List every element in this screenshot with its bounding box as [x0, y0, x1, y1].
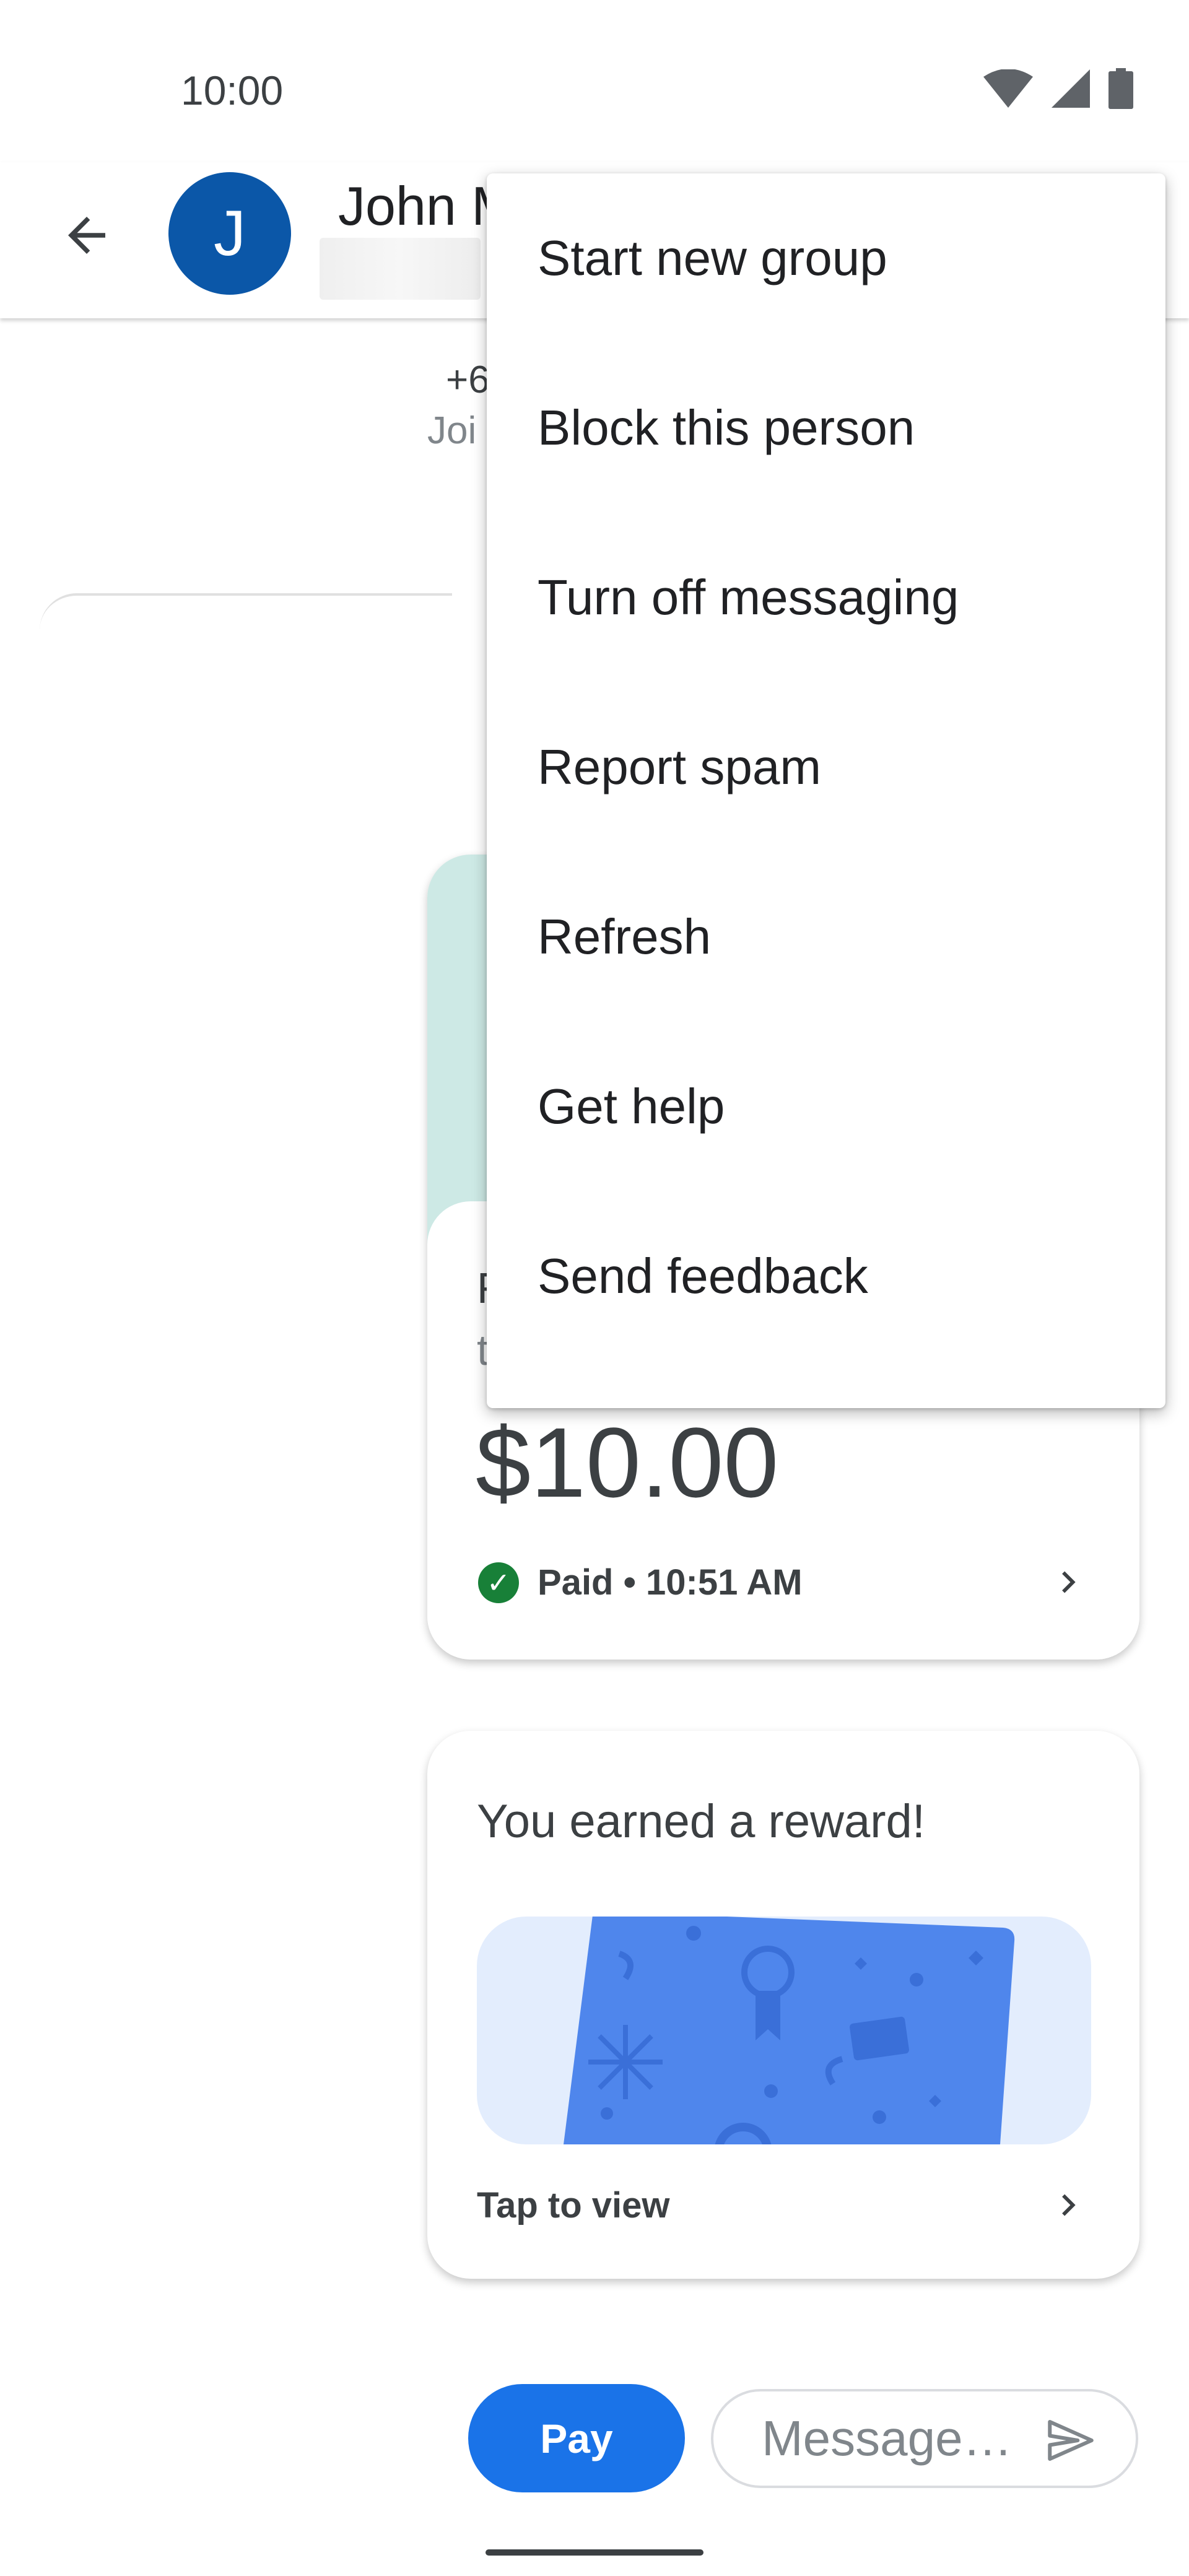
payment-amount: $10.00	[476, 1407, 779, 1518]
menu-item-refresh[interactable]: Refresh	[487, 852, 1165, 1022]
pay-button[interactable]: Pay	[468, 2384, 685, 2492]
reward-title: You earned a reward!	[477, 1795, 925, 1848]
overflow-menu: Start new group Block this person Turn o…	[487, 173, 1165, 1408]
chevron-right-icon[interactable]	[1047, 2183, 1090, 2227]
check-circle-icon: ✓	[478, 1562, 519, 1603]
menu-item-block-this-person[interactable]: Block this person	[487, 343, 1165, 513]
contact-subtitle-redacted	[320, 238, 481, 300]
joined-date: Joi	[427, 409, 477, 452]
battery-icon	[1108, 68, 1133, 109]
menu-item-start-new-group[interactable]: Start new group	[487, 173, 1165, 343]
back-arrow-icon	[68, 217, 105, 254]
status-icons	[983, 68, 1133, 109]
menu-item-turn-off-messaging[interactable]: Turn off messaging	[487, 513, 1165, 682]
back-button[interactable]	[50, 198, 124, 272]
reward-banner[interactable]	[477, 1917, 1091, 2144]
reward-action[interactable]: Tap to view	[477, 2185, 670, 2226]
message-field[interactable]	[711, 2389, 1138, 2488]
status-time: 10:00	[181, 67, 284, 113]
message-input[interactable]	[760, 2409, 1035, 2468]
menu-item-get-help[interactable]: Get help	[487, 1022, 1165, 1191]
chevron-right-icon[interactable]	[1047, 1560, 1090, 1604]
scratch-card-illustration	[564, 1917, 1015, 2144]
payment-status: Paid • 10:51 AM	[538, 1562, 803, 1603]
avatar[interactable]: J	[168, 172, 291, 295]
menu-item-report-spam[interactable]: Report spam	[487, 682, 1165, 852]
send-icon[interactable]	[1043, 2413, 1099, 2468]
phone-number: +6	[446, 359, 490, 401]
menu-item-send-feedback[interactable]: Send feedback	[487, 1191, 1165, 1361]
signal-icon	[1052, 69, 1090, 108]
payment-status-row: ✓ Paid • 10:51 AM	[478, 1562, 803, 1603]
conversation-divider	[40, 593, 452, 633]
gesture-navigation-bar[interactable]	[486, 2549, 703, 2556]
wifi-icon	[983, 69, 1033, 108]
